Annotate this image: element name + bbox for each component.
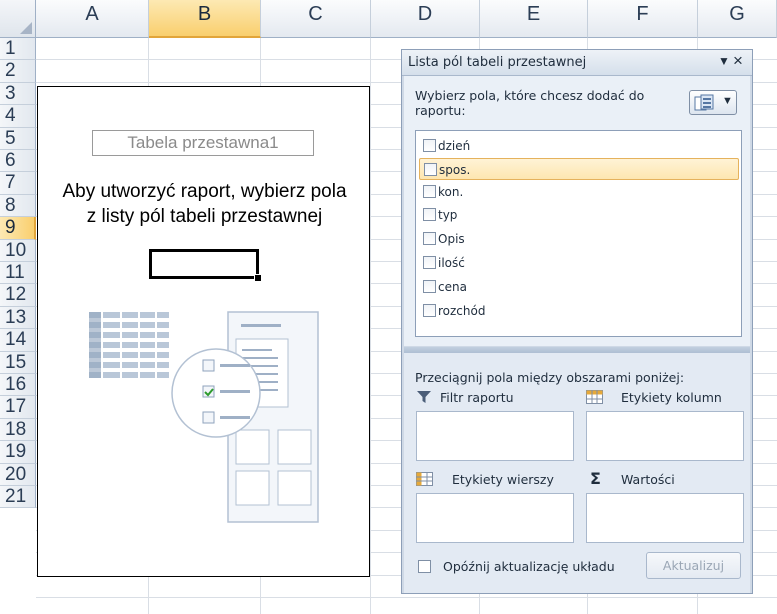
row-header-18[interactable]: 18	[0, 418, 36, 442]
row-header-8[interactable]: 8	[0, 194, 36, 218]
field-checkbox[interactable]	[423, 232, 436, 245]
row-header-10[interactable]: 10	[0, 239, 36, 262]
choose-fields-label: Wybierz pola, które chcesz dodać do rapo…	[415, 88, 645, 118]
field-item-rozchod[interactable]: rozchód	[419, 300, 739, 322]
field-checkbox[interactable]	[423, 280, 436, 293]
sigma-icon: Σ	[590, 469, 601, 488]
column-header-g[interactable]: G	[698, 0, 777, 38]
column-labels-icon	[586, 390, 603, 404]
field-item-typ[interactable]: typ	[419, 204, 739, 226]
column-header-a[interactable]: A	[36, 0, 149, 38]
panel-title: Lista pól tabeli przestawnej	[408, 55, 587, 70]
field-item-cena[interactable]: cena	[419, 276, 739, 298]
values-label: Wartości	[621, 472, 675, 487]
report-filter-label: Filtr raportu	[440, 390, 514, 405]
row-header-6[interactable]: 6	[0, 150, 36, 173]
row-header-20[interactable]: 20	[0, 463, 36, 486]
row-header-16[interactable]: 16	[0, 374, 36, 397]
field-list[interactable]: dzień spos. kon. typ Opis ilość cena roz…	[415, 130, 742, 337]
filter-icon	[417, 391, 431, 403]
column-labels-drop-area[interactable]	[586, 411, 744, 461]
row-header-3[interactable]: 3	[0, 82, 36, 106]
field-checkbox[interactable]	[423, 139, 436, 152]
select-all-corner[interactable]	[0, 0, 36, 38]
row-header-15[interactable]: 15	[0, 351, 36, 374]
field-checkbox[interactable]	[423, 256, 436, 269]
row-header-4[interactable]: 4	[0, 105, 36, 128]
row-labels-icon	[416, 472, 433, 486]
row-header-14[interactable]: 14	[0, 329, 36, 352]
column-labels-label: Etykiety kolumn	[621, 390, 722, 405]
field-label: Opis	[438, 232, 465, 246]
field-label: ilość	[438, 256, 465, 270]
row-labels-drop-area[interactable]	[416, 493, 574, 543]
field-item-opis[interactable]: Opis	[419, 228, 739, 250]
row-header-5[interactable]: 5	[0, 127, 36, 150]
field-label: typ	[438, 208, 458, 222]
field-label: cena	[438, 280, 467, 294]
pivot-field-list-panel: Lista pól tabeli przestawnej ▼ × Wybierz…	[401, 49, 753, 594]
dropdown-arrow-icon[interactable]: ▼	[718, 54, 730, 68]
row-header-17[interactable]: 17	[0, 396, 36, 419]
field-item-ilosc[interactable]: ilość	[419, 252, 739, 274]
defer-update-checkbox[interactable]	[418, 560, 431, 573]
field-checkbox[interactable]	[423, 185, 436, 198]
row-header-2[interactable]: 2	[0, 60, 36, 83]
row-header-1[interactable]: 1	[0, 38, 36, 61]
field-list-layout-button[interactable]: ▼	[689, 90, 737, 115]
column-header-e[interactable]: E	[480, 0, 588, 38]
column-header-f[interactable]: F	[588, 0, 698, 38]
field-label: rozchód	[438, 304, 486, 318]
row-header-19[interactable]: 19	[0, 441, 36, 464]
field-item-kon[interactable]: kon.	[419, 181, 739, 203]
row-header-11[interactable]: 11	[0, 262, 36, 285]
column-header-b[interactable]: B	[149, 0, 261, 38]
pivot-table-placeholder[interactable]: Tabela przestawna1 Aby utworzyć raport, …	[37, 86, 370, 577]
field-checkbox[interactable]	[423, 304, 436, 317]
close-icon[interactable]: ×	[733, 51, 743, 71]
field-item-spos[interactable]: spos.	[419, 158, 739, 180]
row-header-9[interactable]: 9	[0, 217, 36, 240]
field-label: dzień	[438, 139, 471, 153]
update-button[interactable]: Aktualizuj	[646, 552, 741, 579]
row-header-13[interactable]: 13	[0, 306, 36, 330]
field-checkbox[interactable]	[423, 208, 436, 221]
row-header-7[interactable]: 7	[0, 172, 36, 195]
defer-update-label: Opóźnij aktualizację układu	[443, 559, 615, 574]
drag-fields-label: Przeciągnij pola między obszarami poniże…	[415, 370, 685, 385]
grid-line	[36, 597, 777, 598]
row-labels-label: Etykiety wierszy	[452, 472, 554, 487]
panel-header: Lista pól tabeli przestawnej ▼ ×	[402, 50, 752, 76]
field-label: spos.	[439, 163, 471, 177]
column-header-c[interactable]: C	[261, 0, 371, 38]
field-item-dzien[interactable]: dzień	[419, 135, 739, 157]
field-list-layout-icon	[694, 94, 714, 111]
row-header-21[interactable]: 21	[0, 486, 36, 509]
values-drop-area[interactable]	[586, 493, 744, 543]
pivot-illustration-icon	[89, 311, 319, 523]
field-label: kon.	[438, 185, 464, 199]
field-checkbox[interactable]	[424, 163, 437, 176]
report-filter-drop-area[interactable]	[416, 411, 574, 461]
column-header-d[interactable]: D	[371, 0, 480, 38]
row-header-12[interactable]: 12	[0, 284, 36, 307]
chevron-down-icon: ▼	[722, 95, 733, 107]
